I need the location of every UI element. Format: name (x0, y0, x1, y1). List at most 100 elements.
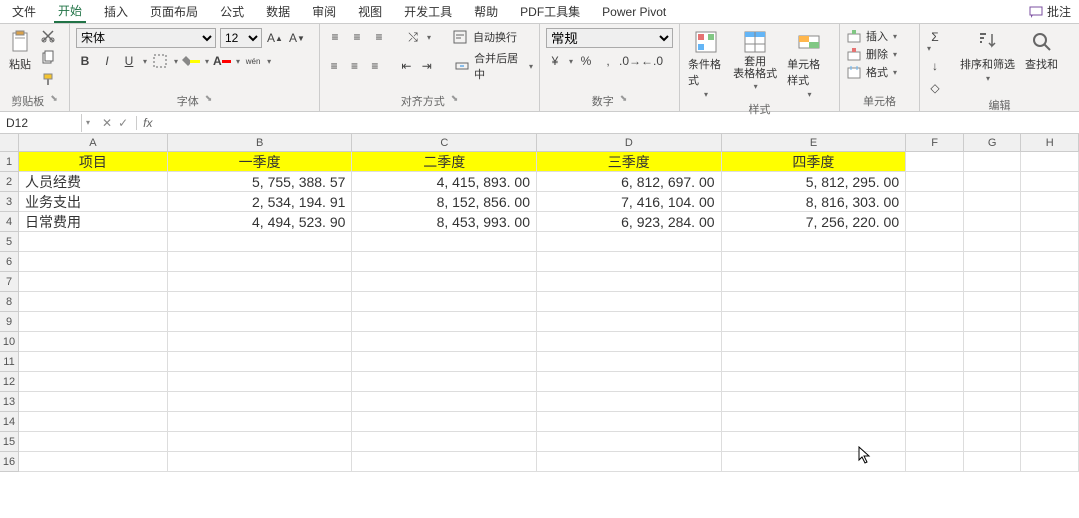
cell-H10[interactable] (1021, 332, 1079, 352)
cell-H9[interactable] (1021, 312, 1079, 332)
cell-A12[interactable] (19, 372, 168, 392)
cell-F16[interactable] (906, 452, 964, 472)
col-header-F[interactable]: F (906, 134, 964, 151)
cell-D8[interactable] (537, 292, 722, 312)
cell-F7[interactable] (906, 272, 964, 292)
fx-icon[interactable]: fx (137, 116, 158, 130)
select-all-corner[interactable] (0, 134, 19, 152)
cell-E8[interactable] (722, 292, 907, 312)
cell-F15[interactable] (906, 432, 964, 452)
comma-icon[interactable]: , (599, 52, 617, 70)
cell-E2[interactable]: 5, 812, 295. 00 (722, 172, 907, 192)
cell-G6[interactable] (964, 252, 1022, 272)
cell-G2[interactable] (964, 172, 1022, 192)
cell-B9[interactable] (168, 312, 353, 332)
tab-数据[interactable]: 数据 (262, 1, 294, 22)
cell-F3[interactable] (906, 192, 964, 212)
cell-F9[interactable] (906, 312, 964, 332)
tab-开始[interactable]: 开始 (54, 0, 86, 23)
cell-D5[interactable] (537, 232, 722, 252)
cell-G11[interactable] (964, 352, 1022, 372)
cell-H12[interactable] (1021, 372, 1079, 392)
cell-E5[interactable] (722, 232, 907, 252)
cell-H11[interactable] (1021, 352, 1079, 372)
align-bottom-icon[interactable]: ≡ (370, 28, 388, 46)
sort-filter-button[interactable]: 排序和筛选▾ (958, 28, 1017, 85)
cell-C6[interactable] (352, 252, 537, 272)
font-size-select[interactable]: 12 (220, 28, 262, 48)
cell-H5[interactable] (1021, 232, 1079, 252)
cell-G5[interactable] (964, 232, 1022, 252)
cell-C13[interactable] (352, 392, 537, 412)
tab-审阅[interactable]: 审阅 (308, 1, 340, 22)
cell-E10[interactable] (722, 332, 907, 352)
row-header-16[interactable]: 16 (0, 452, 19, 472)
cell-G10[interactable] (964, 332, 1022, 352)
cut-icon[interactable] (40, 28, 56, 44)
align-left-icon[interactable]: ≡ (326, 57, 342, 75)
tab-视图[interactable]: 视图 (354, 1, 386, 22)
cell-C14[interactable] (352, 412, 537, 432)
cell-A4[interactable]: 日常费用 (19, 212, 168, 232)
cell-H13[interactable] (1021, 392, 1079, 412)
number-launcher[interactable]: ⬊ (620, 93, 628, 109)
cell-A14[interactable] (19, 412, 168, 432)
name-box-dropdown[interactable]: ▾ (82, 118, 94, 127)
row-header-9[interactable]: 9 (0, 312, 19, 332)
col-header-E[interactable]: E (722, 134, 907, 151)
cell-E15[interactable] (722, 432, 907, 452)
row-header-4[interactable]: 4 (0, 212, 19, 232)
row-header-13[interactable]: 13 (0, 392, 19, 412)
cell-B7[interactable] (168, 272, 353, 292)
cell-E6[interactable] (722, 252, 907, 272)
cell-A11[interactable] (19, 352, 168, 372)
increase-font-icon[interactable]: A▲ (266, 29, 284, 47)
cell-C8[interactable] (352, 292, 537, 312)
format-button[interactable]: 格式▾ (846, 64, 897, 80)
cell-H4[interactable] (1021, 212, 1079, 232)
cell-H1[interactable] (1021, 152, 1079, 172)
merge-label[interactable]: 合并后居中 (474, 50, 524, 82)
col-header-A[interactable]: A (19, 134, 168, 151)
decrease-font-icon[interactable]: A▼ (288, 29, 306, 47)
cell-D13[interactable] (537, 392, 722, 412)
cell-A3[interactable]: 业务支出 (19, 192, 168, 212)
row-header-1[interactable]: 1 (0, 152, 19, 172)
tab-页面布局[interactable]: 页面布局 (146, 1, 202, 22)
cell-B6[interactable] (168, 252, 353, 272)
cell-D9[interactable] (537, 312, 722, 332)
cell-H16[interactable] (1021, 452, 1079, 472)
cell-H8[interactable] (1021, 292, 1079, 312)
cell-F10[interactable] (906, 332, 964, 352)
cell-G1[interactable] (964, 152, 1022, 172)
cell-C5[interactable] (352, 232, 537, 252)
cell-E1[interactable]: 四季度 (722, 152, 907, 172)
cell-A6[interactable] (19, 252, 168, 272)
col-header-D[interactable]: D (537, 134, 722, 151)
cell-A10[interactable] (19, 332, 168, 352)
col-header-C[interactable]: C (352, 134, 537, 151)
enter-icon[interactable]: ✓ (118, 116, 128, 130)
row-header-11[interactable]: 11 (0, 352, 19, 372)
cell-C16[interactable] (352, 452, 537, 472)
cell-F4[interactable] (906, 212, 964, 232)
col-header-H[interactable]: H (1021, 134, 1079, 151)
cell-F8[interactable] (906, 292, 964, 312)
cell-B5[interactable] (168, 232, 353, 252)
fill-icon[interactable]: ↓ (926, 57, 944, 75)
cell-C11[interactable] (352, 352, 537, 372)
indent-decrease-icon[interactable]: ⇤ (398, 57, 414, 75)
cell-B2[interactable]: 5, 755, 388. 57 (168, 172, 353, 192)
tab-帮助[interactable]: 帮助 (470, 1, 502, 22)
cell-E4[interactable]: 7, 256, 220. 00 (722, 212, 907, 232)
cell-A9[interactable] (19, 312, 168, 332)
number-format-select[interactable]: 常规 (546, 28, 673, 48)
cell-F11[interactable] (906, 352, 964, 372)
cell-D2[interactable]: 6, 812, 697. 00 (537, 172, 722, 192)
cell-A5[interactable] (19, 232, 168, 252)
cell-B15[interactable] (168, 432, 353, 452)
cell-B16[interactable] (168, 452, 353, 472)
cell-A1[interactable]: 项目 (19, 152, 168, 172)
bold-button[interactable]: B (76, 52, 94, 70)
orientation-icon[interactable]: ⤭ (404, 28, 422, 46)
